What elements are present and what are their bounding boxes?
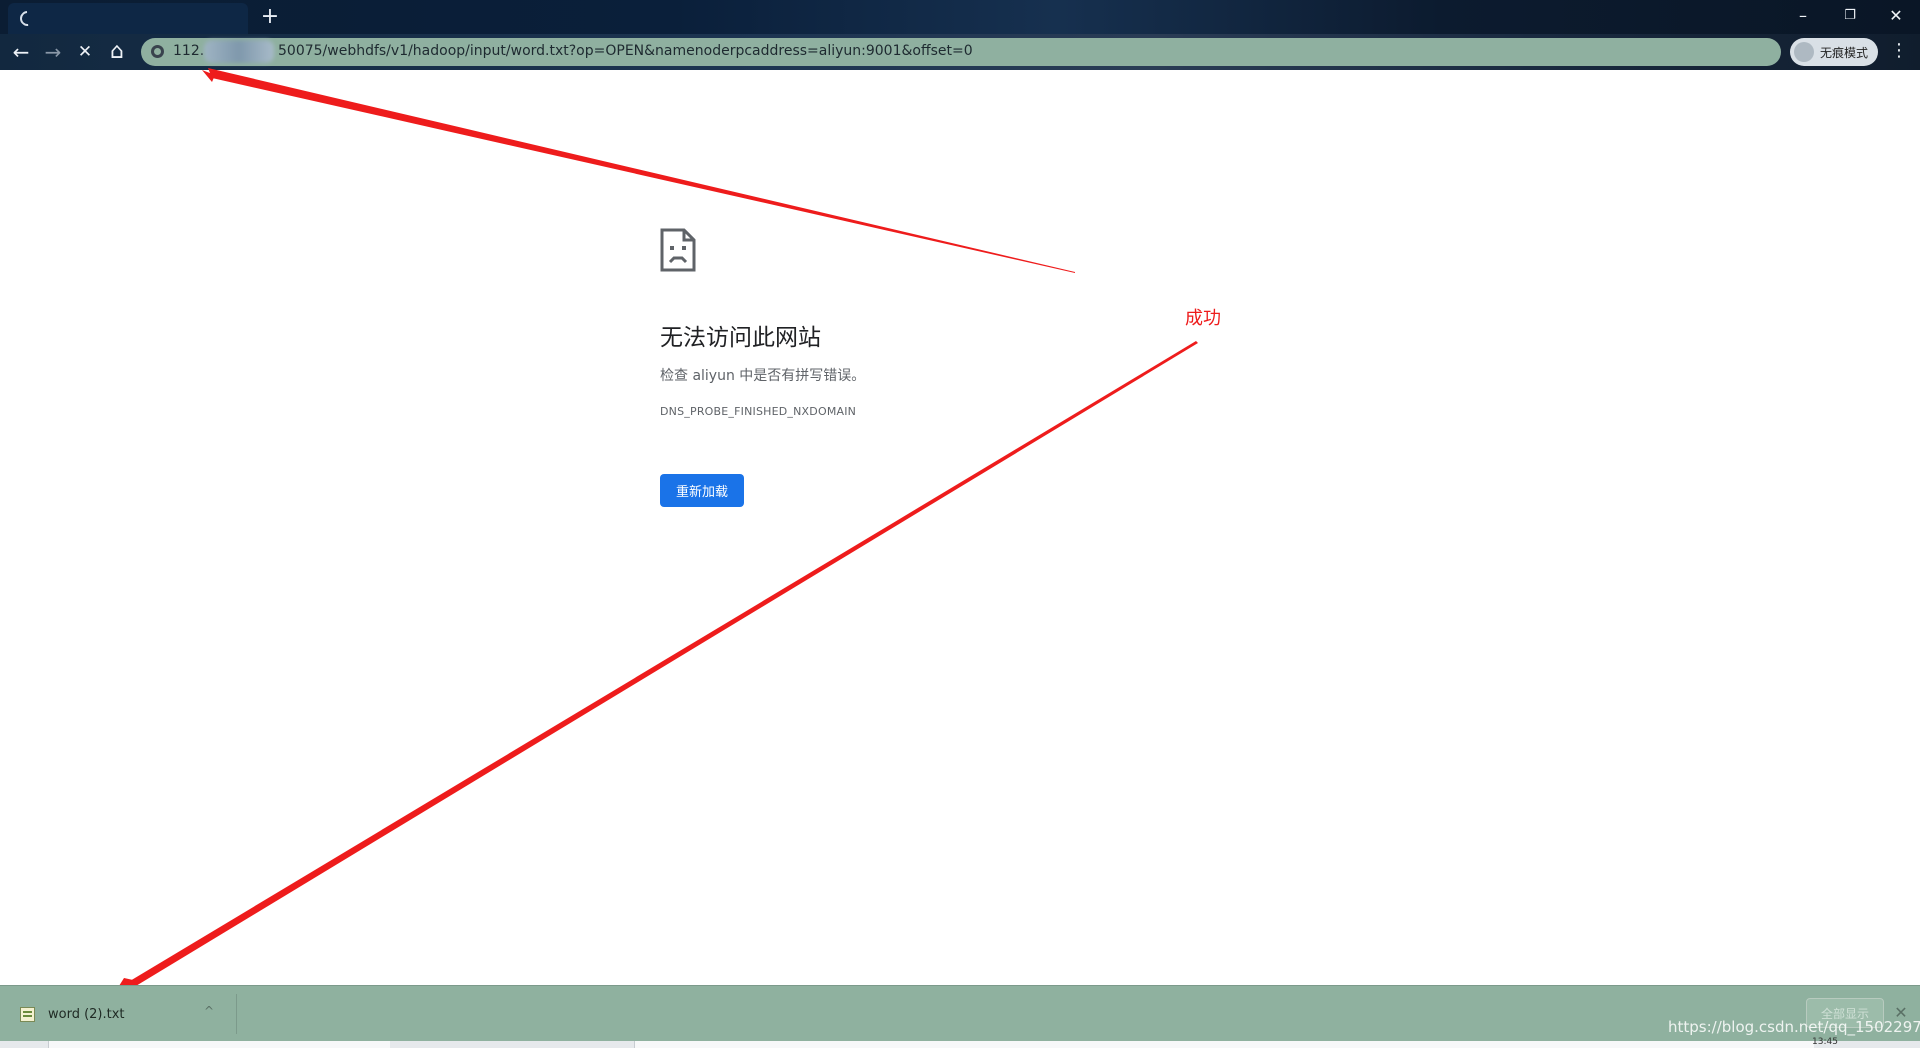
tab-active[interactable] <box>8 3 248 34</box>
annotation-arrow-to-url <box>208 68 1075 273</box>
url-path: 50075/webhdfs/v1/hadoop/input/word.txt?o… <box>278 43 973 59</box>
error-title: 无法访问此网站 <box>660 325 821 351</box>
annotation-arrow-to-download <box>120 341 1198 992</box>
annotation-arrows <box>114 68 1198 994</box>
home-icon[interactable]: ⌂ <box>104 39 130 65</box>
stop-loading-icon[interactable]: ✕ <box>72 39 98 65</box>
reload-button[interactable]: 重新加载 <box>660 474 744 507</box>
os-taskbar: 13:45 <box>0 1037 1920 1048</box>
chevron-up-icon[interactable]: ^ <box>204 1004 214 1018</box>
url-redacted-blur <box>204 40 274 63</box>
incognito-label: 无痕模式 <box>1820 46 1869 60</box>
loading-spinner-icon <box>16 7 39 30</box>
address-bar[interactable]: 112. 50075/webhdfs/v1/hadoop/input/word.… <box>141 38 1781 66</box>
browser-toolbar: ← → ✕ ⌂ 112. 50075/webhdfs/v1/hadoop/inp… <box>0 34 1920 70</box>
error-description: 检查 aliyun 中是否有拼写错误。 <box>660 368 866 384</box>
watermark-text: https://blog.csdn.net/qq_15022971 <box>1668 1018 1920 1036</box>
forward-arrow-icon[interactable]: → <box>40 39 66 65</box>
back-arrow-icon[interactable]: ← <box>8 39 34 65</box>
sad-page-icon <box>660 228 696 272</box>
restore-button[interactable]: ❐ <box>1828 2 1872 30</box>
new-tab-button[interactable]: + <box>258 6 282 30</box>
shelf-divider <box>236 994 237 1034</box>
incognito-indicator[interactable]: 无痕模式 <box>1790 38 1878 66</box>
download-item[interactable]: word (2).txt ^ <box>8 990 234 1038</box>
tab-strip: + – ❐ ✕ <box>0 0 1920 34</box>
annotation-label: 成功 <box>1185 308 1221 329</box>
url-host: 112. <box>173 43 205 59</box>
incognito-avatar-icon <box>1794 42 1814 62</box>
site-info-icon[interactable] <box>151 45 164 58</box>
download-file-name: word (2).txt <box>48 1007 125 1022</box>
error-code: DNS_PROBE_FINISHED_NXDOMAIN <box>660 405 857 418</box>
taskbar-item[interactable] <box>48 1041 390 1048</box>
text-file-icon <box>20 1007 35 1022</box>
close-window-button[interactable]: ✕ <box>1874 2 1918 30</box>
minimize-button[interactable]: – <box>1781 2 1825 30</box>
more-menu-icon[interactable]: ⋮ <box>1888 40 1910 64</box>
annotation-arrowhead-url <box>202 70 215 82</box>
taskbar-clock: 13:45 <box>1812 1037 1838 1047</box>
taskbar-item[interactable] <box>634 1041 1814 1048</box>
download-shelf: word (2).txt ^ 全部显示 ✕ <box>0 985 1920 1041</box>
